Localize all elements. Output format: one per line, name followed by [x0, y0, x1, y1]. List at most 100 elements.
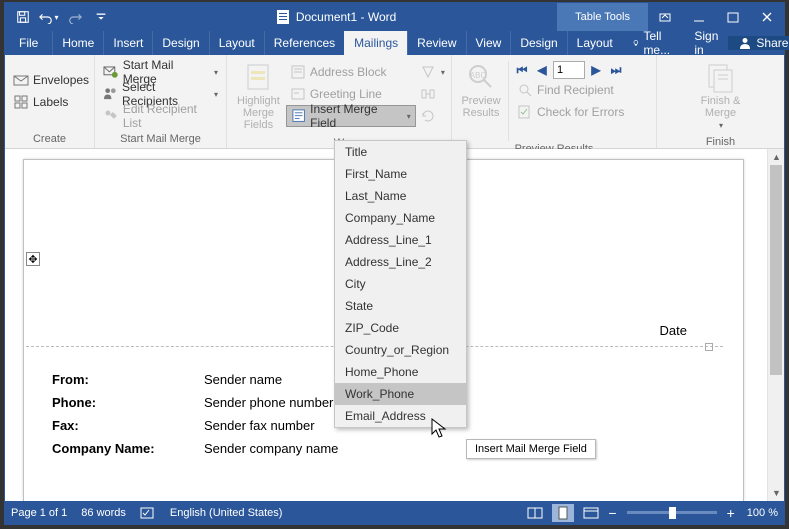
- cell-end-marker: [705, 343, 713, 351]
- mail-merge-icon: [103, 64, 119, 80]
- redo-button[interactable]: [63, 5, 87, 29]
- insert-merge-field-menu: Title First_Name Last_Name Company_Name …: [334, 140, 467, 428]
- share-button[interactable]: Share: [728, 36, 789, 50]
- address-block-button[interactable]: Address Block: [286, 61, 416, 83]
- highlight-merge-fields-button[interactable]: Highlight Merge Fields: [231, 57, 286, 135]
- ribbon-options-button[interactable]: [648, 3, 682, 31]
- merge-field-title[interactable]: Title: [335, 141, 466, 163]
- tab-home[interactable]: Home: [52, 31, 103, 55]
- record-number-input[interactable]: [553, 61, 585, 79]
- tab-review[interactable]: Review: [407, 31, 465, 55]
- highlight-icon: [242, 61, 274, 93]
- envelopes-button[interactable]: Envelopes: [9, 69, 93, 91]
- print-layout-button[interactable]: [552, 504, 574, 522]
- word-count[interactable]: 86 words: [81, 507, 126, 519]
- rules-icon: [420, 64, 436, 80]
- merge-field-icon: [291, 108, 306, 124]
- zoom-level[interactable]: 100 %: [747, 507, 778, 519]
- labels-icon: [13, 94, 29, 110]
- language-indicator[interactable]: English (United States): [170, 507, 283, 519]
- merge-field-state[interactable]: State: [335, 295, 466, 317]
- next-record-button[interactable]: ▶: [587, 61, 605, 79]
- merge-field-address-2[interactable]: Address_Line_2: [335, 251, 466, 273]
- tab-references[interactable]: References: [264, 31, 344, 55]
- find-recipient-button[interactable]: Find Recipient: [513, 79, 628, 101]
- tab-file[interactable]: File: [5, 31, 52, 55]
- tab-layout[interactable]: Layout: [209, 31, 264, 55]
- close-button[interactable]: [750, 3, 784, 31]
- merge-field-city[interactable]: City: [335, 273, 466, 295]
- window-title: Document1 - Word: [113, 9, 557, 25]
- tab-table-layout[interactable]: Layout: [567, 31, 622, 55]
- finish-merge-button[interactable]: Finish & Merge▾: [693, 57, 749, 134]
- sign-in-link[interactable]: Sign in: [684, 29, 728, 57]
- scroll-down-button[interactable]: ▼: [768, 485, 784, 501]
- web-layout-button[interactable]: [580, 504, 602, 522]
- merge-field-last-name[interactable]: Last_Name: [335, 185, 466, 207]
- qat-customize-button[interactable]: [89, 5, 113, 29]
- merge-field-country[interactable]: Country_or_Region: [335, 339, 466, 361]
- scrollbar-thumb[interactable]: [770, 165, 782, 375]
- merge-field-work-phone[interactable]: Work_Phone: [335, 383, 466, 405]
- labels-button[interactable]: Labels: [9, 91, 93, 113]
- table-move-handle[interactable]: ✥: [26, 252, 40, 266]
- maximize-button[interactable]: [716, 3, 750, 31]
- tell-me-search[interactable]: Tell me...: [622, 29, 685, 57]
- group-create: Envelopes Labels Create: [5, 55, 95, 148]
- preview-icon: ABC: [465, 61, 497, 93]
- prev-record-button[interactable]: ◀: [533, 61, 551, 79]
- rules-button[interactable]: ▾: [416, 61, 449, 83]
- table-row: Phone:Sender phone number: [52, 392, 338, 413]
- ribbon-tabs: File Home Insert Design Layout Reference…: [5, 31, 784, 55]
- merge-field-first-name[interactable]: First_Name: [335, 163, 466, 185]
- group-finish: Finish & Merge▾ Finish: [657, 55, 784, 148]
- merge-field-address-1[interactable]: Address_Line_1: [335, 229, 466, 251]
- tab-view[interactable]: View: [466, 31, 511, 55]
- group-write-insert: Highlight Merge Fields Address Block Gre…: [227, 55, 452, 148]
- table-tools-contextual-tab: Table Tools: [557, 3, 648, 31]
- insert-merge-field-button[interactable]: Insert Merge Field▾: [286, 105, 416, 127]
- date-label: Date: [660, 323, 687, 338]
- scroll-up-button[interactable]: ▲: [768, 149, 784, 165]
- tab-mailings[interactable]: Mailings: [344, 31, 407, 55]
- check-errors-button[interactable]: Check for Errors: [513, 101, 628, 123]
- tab-table-design[interactable]: Design: [510, 31, 566, 55]
- update-labels-button[interactable]: [416, 105, 449, 127]
- page-indicator[interactable]: Page 1 of 1: [11, 507, 67, 519]
- sender-fields-table: From:Sender name Phone:Sender phone numb…: [50, 367, 340, 461]
- person-icon: [738, 36, 752, 50]
- zoom-slider-thumb[interactable]: [669, 507, 676, 519]
- svg-text:ABC: ABC: [470, 71, 487, 80]
- table-row: Company Name:Sender company name: [52, 438, 338, 459]
- title-bar: ▾ Document1 - Word Table Tools: [5, 3, 784, 31]
- minimize-button[interactable]: [682, 3, 716, 31]
- update-icon: [420, 108, 436, 124]
- recipients-icon: [103, 86, 118, 102]
- first-record-button[interactable]: ⏮: [513, 61, 531, 79]
- match-fields-button[interactable]: [416, 83, 449, 105]
- edit-recipient-list-button[interactable]: Edit Recipient List: [99, 105, 222, 127]
- merge-field-zip[interactable]: ZIP_Code: [335, 317, 466, 339]
- address-block-icon: [290, 64, 306, 80]
- preview-results-button[interactable]: ABC Preview Results: [456, 57, 506, 123]
- merge-field-email[interactable]: Email_Address: [335, 405, 466, 427]
- zoom-in-button[interactable]: +: [727, 505, 735, 521]
- group-label-create: Create: [9, 131, 90, 148]
- merge-field-home-phone[interactable]: Home_Phone: [335, 361, 466, 383]
- tab-design[interactable]: Design: [152, 31, 208, 55]
- zoom-slider[interactable]: [627, 511, 717, 514]
- save-button[interactable]: [11, 5, 35, 29]
- tab-insert[interactable]: Insert: [103, 31, 152, 55]
- vertical-scrollbar[interactable]: ▲ ▼: [767, 149, 784, 501]
- read-mode-button[interactable]: [524, 504, 546, 522]
- undo-button[interactable]: ▾: [37, 5, 61, 29]
- finish-icon: [705, 61, 737, 93]
- match-icon: [420, 86, 436, 102]
- table-row: Fax:Sender fax number: [52, 415, 338, 436]
- window-controls: [648, 3, 784, 31]
- quick-access-toolbar: ▾: [5, 5, 113, 29]
- merge-field-company-name[interactable]: Company_Name: [335, 207, 466, 229]
- last-record-button[interactable]: ⏭: [607, 61, 625, 79]
- proofing-icon[interactable]: [140, 506, 156, 520]
- zoom-out-button[interactable]: −: [608, 505, 616, 521]
